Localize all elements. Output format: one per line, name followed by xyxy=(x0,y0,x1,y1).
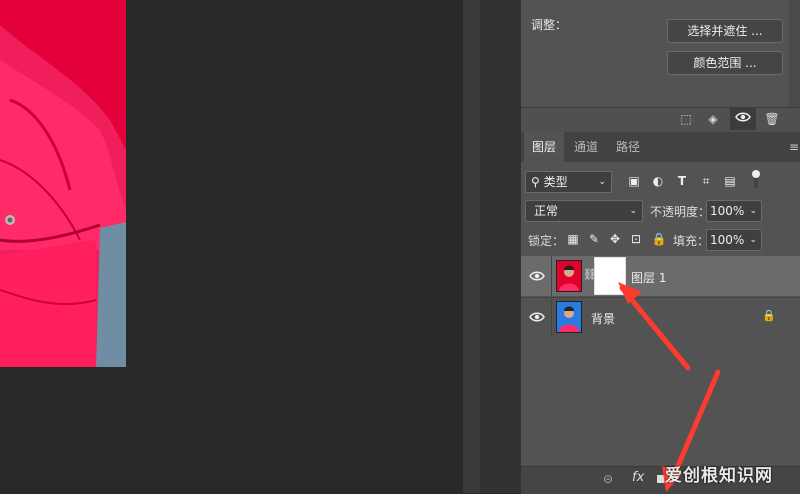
blend-mode-value: 正常 xyxy=(534,204,559,218)
lock-label: 锁定： xyxy=(528,234,565,248)
adjust-label: 调整： xyxy=(531,18,568,32)
properties-footer xyxy=(521,107,800,132)
chevron-down-icon: ⌄ xyxy=(598,177,606,187)
panel-menu-icon[interactable]: ≡ xyxy=(789,140,799,154)
lock-transparency-icon[interactable]: ▦ xyxy=(564,230,582,248)
canvas-scrollbar[interactable] xyxy=(463,0,480,493)
chevron-down-icon: ⌄ xyxy=(749,206,757,216)
fill-label: 填充： xyxy=(673,234,710,248)
watermark-text: 爱创根知识网 xyxy=(665,466,773,486)
lock-image-icon[interactable]: ✎ xyxy=(585,230,603,248)
lock-icon[interactable]: 🔒 xyxy=(762,309,776,322)
shape-filter-icon[interactable]: ⌗ xyxy=(697,172,715,190)
smart-object-filter-icon[interactable]: ▤ xyxy=(721,172,739,190)
properties-scrollbar[interactable] xyxy=(789,0,800,107)
chevron-down-icon: ⌄ xyxy=(629,206,637,216)
pixel-filter-icon[interactable]: ▣ xyxy=(625,172,643,190)
adjustment-filter-icon[interactable]: ◐ xyxy=(649,172,667,190)
trash-icon[interactable]: 🗑 xyxy=(762,110,782,128)
lock-position-icon[interactable]: ✥ xyxy=(606,230,624,248)
select-and-mask-button[interactable]: 选择并遮住 ... xyxy=(667,19,783,43)
tab-channels[interactable]: 通道 xyxy=(566,132,606,162)
background-thumbnail xyxy=(556,301,582,333)
chevron-down-icon: ⌄ xyxy=(749,235,757,245)
opacity-input[interactable]: 100% ⌄ xyxy=(706,200,762,222)
tab-layers[interactable]: 图层 xyxy=(524,132,564,162)
apply-mask-icon[interactable]: ◈ xyxy=(703,110,723,128)
blend-mode-select[interactable]: 正常 ⌄ xyxy=(525,200,643,222)
eye-icon xyxy=(529,271,545,281)
filter-kind-select[interactable]: ⚲ 类型 ⌄ xyxy=(525,171,612,193)
layer-visibility-toggle[interactable] xyxy=(524,256,552,296)
layer-visibility-toggle[interactable] xyxy=(524,297,552,337)
panel-divider xyxy=(480,0,521,493)
selection-icon[interactable]: ⬚ xyxy=(676,110,696,128)
tab-paths[interactable]: 路径 xyxy=(608,132,648,162)
opacity-value: 100% xyxy=(710,204,745,218)
color-range-button[interactable]: 颜色范围 ... xyxy=(667,51,783,75)
search-icon: ⚲ xyxy=(531,175,540,189)
fill-input[interactable]: 100% ⌄ xyxy=(706,229,762,251)
fill-value: 100% xyxy=(710,233,745,247)
filter-toggle[interactable] xyxy=(752,170,760,190)
lock-all-icon[interactable]: 🔒 xyxy=(650,230,668,248)
canvas-photo xyxy=(0,0,126,367)
eye-icon xyxy=(529,312,545,322)
visibility-icon[interactable] xyxy=(733,110,753,128)
lock-artboard-icon[interactable]: ⊡ xyxy=(627,230,645,248)
layer-1-thumbnail xyxy=(556,260,582,292)
type-filter-icon[interactable]: T xyxy=(673,172,691,190)
filter-kind-label: 类型 xyxy=(543,175,568,189)
opacity-label: 不透明度： xyxy=(650,205,711,219)
